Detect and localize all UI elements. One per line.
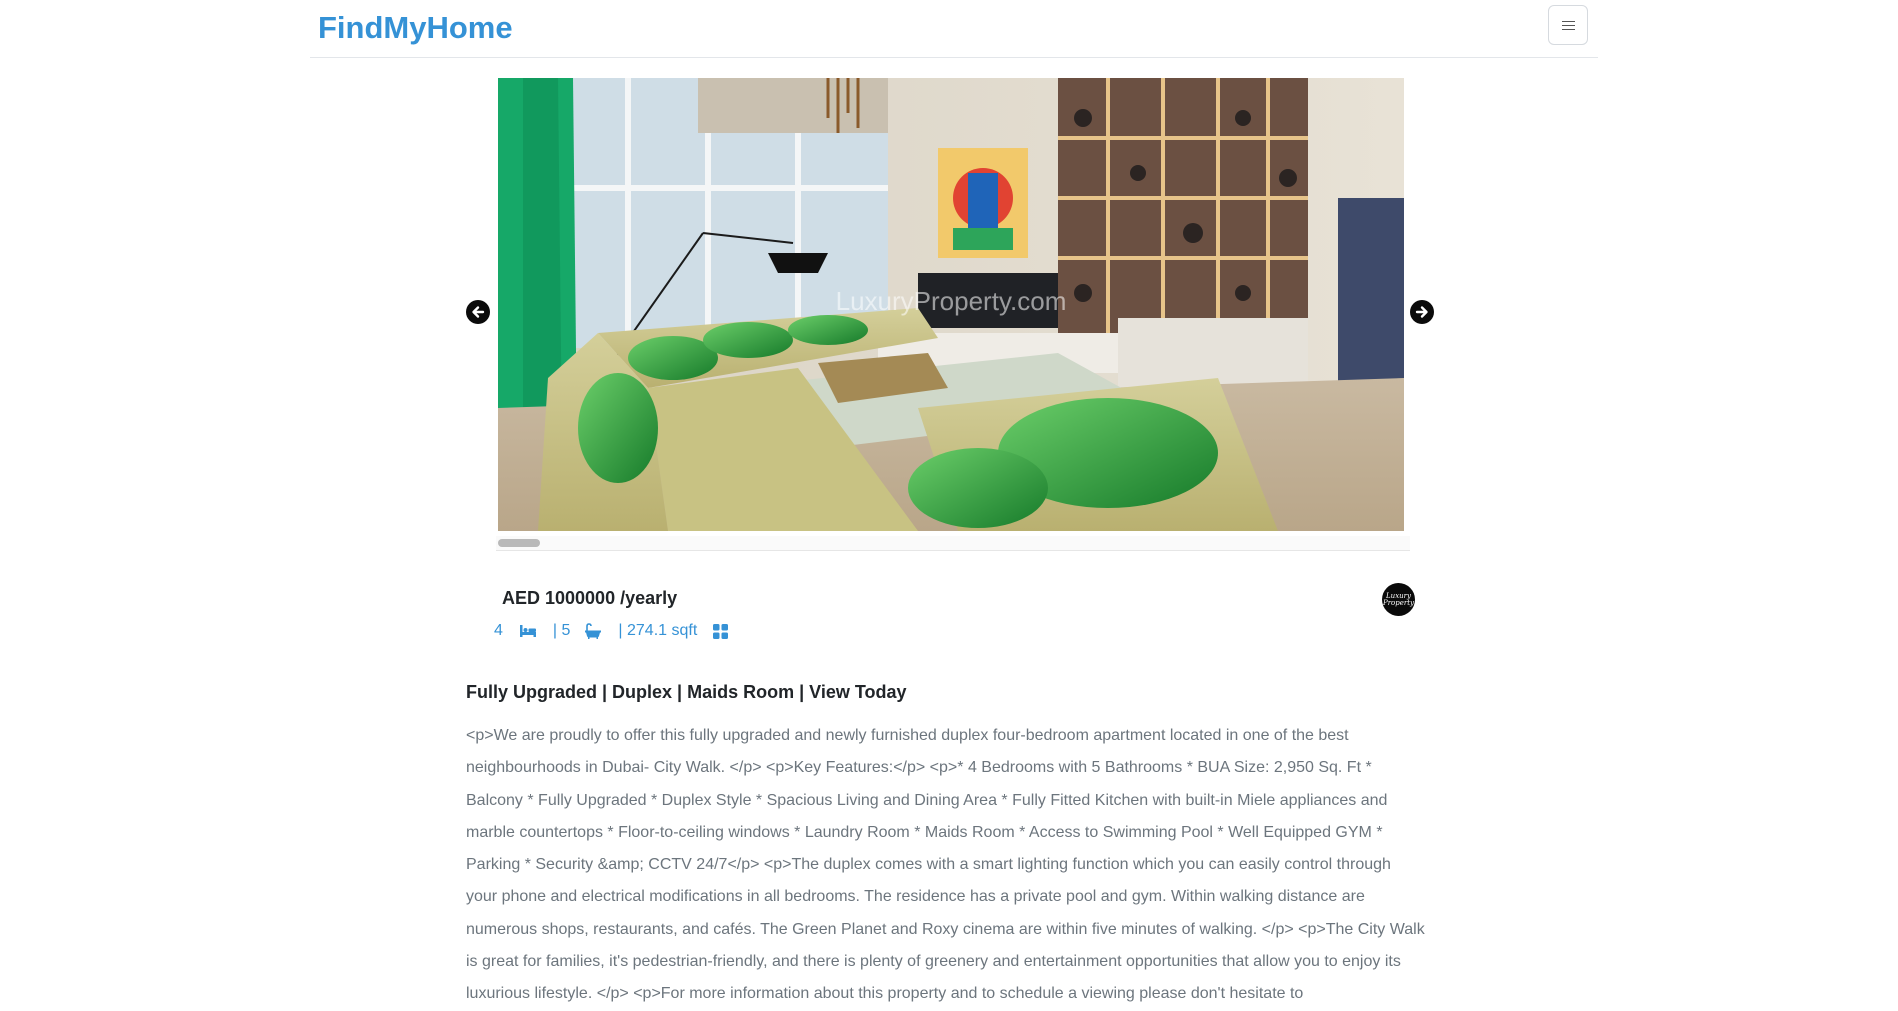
top-navbar: FindMyHome (310, 0, 1598, 58)
bath-icon (585, 623, 602, 639)
menu-toggle-button[interactable] (1548, 5, 1588, 45)
arrow-right-icon (1415, 306, 1428, 318)
photo-watermark: LuxuryProperty.com (836, 286, 1067, 316)
area-size: | 274.1 sqft (618, 622, 698, 639)
gallery-scrollbar[interactable] (496, 536, 1410, 551)
area-grid-icon (713, 623, 729, 639)
living-room-photo: LuxuryProperty.com (498, 78, 1404, 531)
bathroom-count: | 5 (552, 622, 571, 639)
bedroom-count: 4 (494, 622, 503, 639)
property-specs: 4 | 5 | 274.1 sqft (494, 620, 729, 642)
listing-price: AED 1000000 /yearly (502, 588, 678, 608)
next-photo-button[interactable] (1410, 300, 1434, 324)
listing-title: Fully Upgraded | Duplex | Maids Room | V… (466, 682, 907, 702)
agency-logo[interactable]: Luxury Property (1382, 583, 1415, 616)
property-photo[interactable]: LuxuryProperty.com (498, 78, 1404, 531)
gallery-scrollbar-thumb[interactable] (498, 539, 540, 547)
bed-icon (519, 625, 536, 637)
agency-logo-text: Luxury Property (1382, 591, 1414, 607)
hamburger-icon (1561, 20, 1575, 30)
previous-photo-button[interactable] (466, 300, 490, 324)
brand-logo-link[interactable]: FindMyHome (318, 10, 513, 46)
arrow-left-icon (472, 306, 485, 318)
listing-description: <p>We are proudly to offer this fully up… (466, 727, 1425, 1003)
